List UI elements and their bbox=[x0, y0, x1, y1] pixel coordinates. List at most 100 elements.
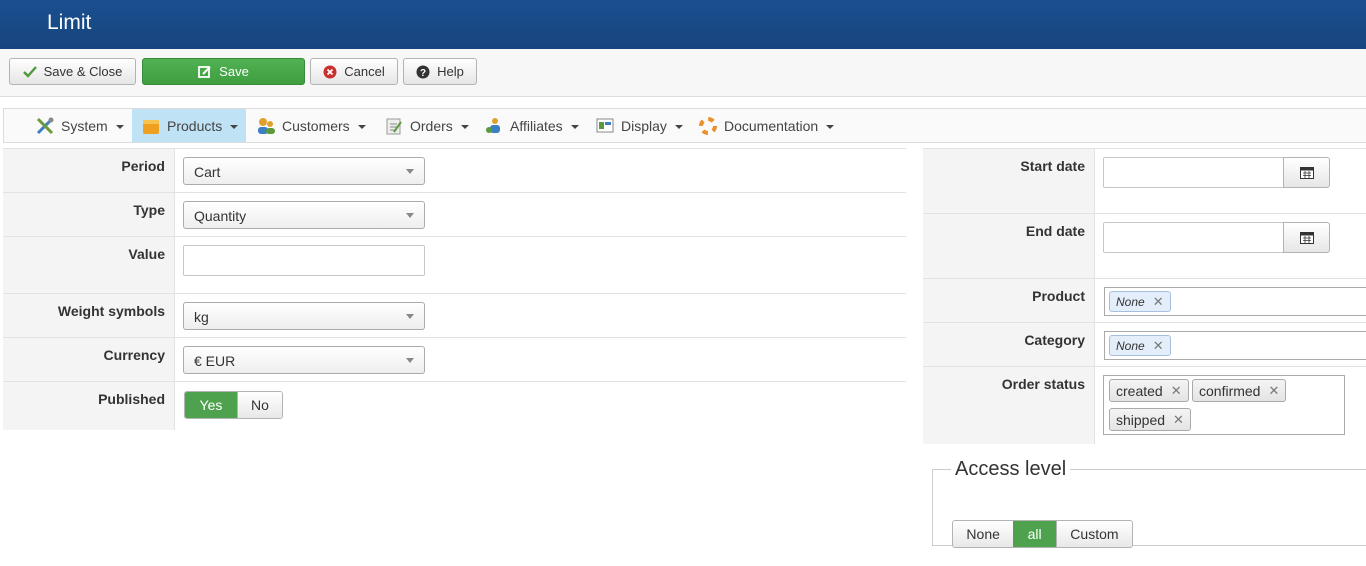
save-close-label: Save & Close bbox=[43, 64, 123, 79]
weight-row: Weight symbols kg bbox=[3, 293, 906, 338]
published-label: Published bbox=[3, 382, 175, 430]
order-status-tag-label: created bbox=[1116, 382, 1163, 399]
access-none-button[interactable]: None bbox=[953, 521, 1014, 547]
close-icon[interactable]: ✕ bbox=[1171, 383, 1182, 399]
published-row: Published Yes No bbox=[3, 381, 906, 430]
chevron-down-icon bbox=[406, 213, 414, 218]
help-icon: ? bbox=[416, 65, 430, 79]
weight-select[interactable]: kg bbox=[183, 302, 425, 330]
close-icon[interactable]: ✕ bbox=[1268, 383, 1279, 399]
product-tag-label: None bbox=[1116, 294, 1145, 309]
display-icon bbox=[596, 118, 614, 132]
category-multiselect[interactable]: None ✕ bbox=[1104, 331, 1366, 360]
order-status-multiselect[interactable]: created ✕ confirmed ✕ shipped ✕ bbox=[1103, 375, 1345, 435]
category-tag[interactable]: None ✕ bbox=[1109, 335, 1171, 356]
cancel-label: Cancel bbox=[344, 64, 385, 79]
menu-customers-label: Customers bbox=[282, 117, 350, 134]
period-select[interactable]: Cart bbox=[183, 157, 425, 185]
start-date-row: Start date bbox=[923, 148, 1366, 214]
menu-orders-label: Orders bbox=[410, 117, 453, 134]
period-value: Cart bbox=[194, 164, 221, 180]
start-date-calendar-button[interactable] bbox=[1283, 157, 1330, 188]
currency-select[interactable]: € EUR bbox=[183, 346, 425, 374]
category-label: Category bbox=[923, 323, 1095, 367]
published-yes-button[interactable]: Yes bbox=[185, 392, 237, 418]
access-level-fieldset: Access level None all Custom bbox=[932, 458, 1366, 548]
lifebuoy-icon bbox=[699, 116, 717, 135]
chevron-down-icon bbox=[115, 124, 124, 129]
menu-customers[interactable]: Customers bbox=[256, 109, 366, 142]
access-level-legend: Access level bbox=[955, 458, 1067, 480]
menu-products[interactable]: Products bbox=[132, 109, 246, 142]
title-bar: Limit bbox=[0, 0, 1366, 49]
end-date-label: End date bbox=[923, 214, 1095, 279]
help-button[interactable]: ? Help bbox=[403, 58, 477, 85]
box-icon bbox=[143, 119, 159, 134]
chevron-down-icon bbox=[460, 124, 469, 129]
type-value: Quantity bbox=[194, 208, 247, 224]
menu-system[interactable]: System bbox=[35, 109, 124, 142]
toolbar: Save & Close Save Cancel ? Help bbox=[0, 49, 1366, 97]
tools-icon bbox=[36, 117, 54, 134]
main-menu: System Products Customers Orders Affilia… bbox=[3, 108, 1366, 143]
chevron-down-icon bbox=[406, 358, 414, 363]
chevron-down-icon bbox=[357, 124, 366, 129]
calendar-icon bbox=[1299, 167, 1314, 179]
product-label: Product bbox=[923, 279, 1095, 323]
menu-system-label: System bbox=[61, 117, 108, 134]
end-date-input[interactable] bbox=[1103, 222, 1285, 253]
menu-display[interactable]: Display bbox=[595, 109, 683, 142]
page-title: Limit bbox=[47, 11, 92, 34]
value-row: Value bbox=[3, 236, 906, 294]
end-date-calendar-button[interactable] bbox=[1283, 222, 1330, 253]
menu-orders[interactable]: Orders bbox=[384, 109, 469, 142]
menu-documentation[interactable]: Documentation bbox=[698, 109, 835, 142]
order-status-tag-label: shipped bbox=[1116, 411, 1166, 428]
calendar-icon bbox=[1299, 232, 1314, 244]
menu-affiliates[interactable]: Affiliates bbox=[484, 109, 579, 142]
product-multiselect[interactable]: None ✕ bbox=[1104, 287, 1366, 316]
menu-documentation-label: Documentation bbox=[724, 117, 819, 134]
close-icon[interactable]: ✕ bbox=[1153, 294, 1164, 310]
access-custom-button[interactable]: Custom bbox=[1055, 521, 1132, 547]
users-icon bbox=[258, 117, 275, 134]
close-icon[interactable]: ✕ bbox=[1173, 412, 1184, 428]
edit-icon bbox=[198, 65, 211, 78]
order-status-tag-label: confirmed bbox=[1199, 382, 1261, 399]
currency-label: Currency bbox=[3, 338, 175, 382]
order-status-tag[interactable]: created ✕ bbox=[1109, 379, 1189, 402]
chevron-down-icon bbox=[826, 124, 835, 129]
start-date-label: Start date bbox=[923, 149, 1095, 214]
save-close-button[interactable]: Save & Close bbox=[9, 58, 136, 85]
order-status-row: Order status created ✕ confirmed ✕ shipped… bbox=[923, 366, 1366, 444]
type-select[interactable]: Quantity bbox=[183, 201, 425, 229]
cancel-button[interactable]: Cancel bbox=[310, 58, 398, 85]
order-status-tag[interactable]: shipped ✕ bbox=[1109, 408, 1191, 431]
published-no-button[interactable]: No bbox=[236, 392, 282, 418]
start-date-input[interactable] bbox=[1103, 157, 1285, 188]
period-label: Period bbox=[3, 149, 175, 193]
end-date-row: End date bbox=[923, 213, 1366, 279]
value-input[interactable] bbox=[183, 245, 425, 276]
svg-text:?: ? bbox=[420, 68, 426, 79]
close-icon[interactable]: ✕ bbox=[1153, 338, 1164, 354]
menu-display-label: Display bbox=[621, 117, 667, 134]
category-row: Category None ✕ bbox=[923, 322, 1366, 367]
category-tag-label: None bbox=[1116, 338, 1145, 353]
save-button[interactable]: Save bbox=[142, 58, 305, 85]
period-row: Period Cart bbox=[3, 148, 906, 193]
order-status-label: Order status bbox=[923, 367, 1095, 444]
chevron-down-icon bbox=[674, 124, 683, 129]
chevron-down-icon bbox=[230, 124, 239, 129]
product-row: Product None ✕ bbox=[923, 278, 1366, 323]
product-tag[interactable]: None ✕ bbox=[1109, 291, 1171, 312]
chevron-down-icon bbox=[570, 124, 579, 129]
type-label: Type bbox=[3, 193, 175, 237]
access-level-toggle: None all Custom bbox=[952, 520, 1133, 548]
weight-label: Weight symbols bbox=[3, 294, 175, 338]
help-label: Help bbox=[437, 64, 464, 79]
save-label: Save bbox=[219, 64, 249, 79]
access-all-button[interactable]: all bbox=[1013, 521, 1056, 547]
order-status-tag[interactable]: confirmed ✕ bbox=[1192, 379, 1287, 402]
orders-icon bbox=[386, 118, 402, 134]
